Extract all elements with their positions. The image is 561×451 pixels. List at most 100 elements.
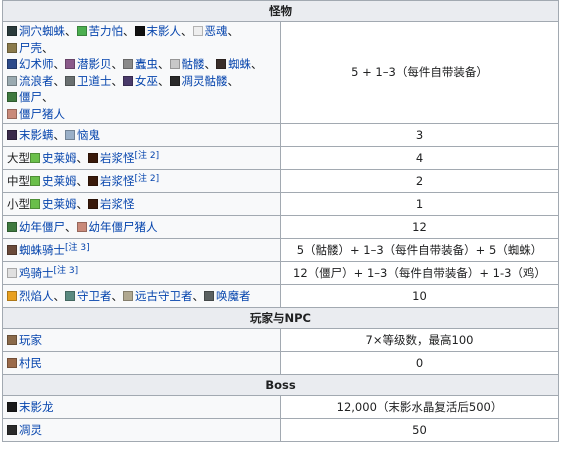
mob-link[interactable]: 幻术师	[19, 57, 54, 71]
mob-link[interactable]: 蜘蛛	[228, 57, 251, 71]
elder-guardian-icon	[123, 290, 133, 301]
mob-link[interactable]: 幼年僵尸猪人	[89, 220, 158, 234]
skeleton-icon	[169, 59, 180, 69]
mob-link[interactable]: 末影人	[147, 24, 182, 38]
mob-link[interactable]: 远古守卫者	[135, 289, 193, 303]
mob-link[interactable]: 唤魔者	[216, 289, 251, 303]
mob-link[interactable]: 女巫	[135, 74, 158, 88]
mob-link[interactable]: 僵尸	[19, 90, 42, 104]
mob-names-cell: 中型 史莱姆、 岩浆怪[注 2]	[2, 169, 281, 193]
xp-value: 4	[280, 146, 559, 170]
mob-link[interactable]: 守卫者	[77, 289, 112, 303]
mob-names-cell: 烈焰人、 守卫者、 远古守卫者、 唤魔者	[2, 284, 281, 308]
table-row: 洞穴蜘蛛、 苦力怕、 末影人、 恶魂、尸壳、 幻术师、 潜影贝、 蠹虫、 骷髅、 蜘蛛、 流浪者、…	[2, 21, 559, 124]
mob-link[interactable]: 恼鬼	[77, 128, 100, 142]
footnote-link[interactable]: [注 2]	[135, 151, 160, 161]
baby-zombie-icon	[7, 221, 17, 232]
mob-names-cell: 幼年僵尸、 幼年僵尸猪人	[2, 215, 281, 239]
size-prefix: 小型	[7, 196, 30, 211]
husk-icon	[7, 42, 17, 53]
mob-link[interactable]: 蜘蛛骑士	[19, 243, 65, 257]
mob-link[interactable]: 骷髅	[182, 57, 205, 71]
spider-icon	[216, 59, 226, 69]
mob-link[interactable]: 凋灵骷髅	[182, 74, 228, 88]
mob-link[interactable]: 洞穴蜘蛛	[19, 24, 65, 38]
villager-icon	[7, 357, 17, 368]
shulker-icon	[65, 59, 75, 69]
mob-link[interactable]: 尸壳	[19, 41, 42, 55]
mob-link[interactable]: 史莱姆	[42, 151, 77, 165]
xp-value: 0	[280, 351, 559, 375]
mob-names-cell: 村民	[2, 351, 281, 375]
ender-dragon-icon	[7, 401, 17, 412]
footnote-link[interactable]: [注 3]	[65, 243, 90, 253]
section-header-boss: Boss	[2, 374, 559, 396]
spider-jockey-icon	[7, 244, 17, 255]
zombie-icon	[7, 92, 17, 102]
mob-link[interactable]: 玩家	[19, 333, 42, 347]
size-prefix: 大型	[7, 150, 30, 165]
xp-value: 5（骷髅）+ 1–3（每件自带装备）+ 5（蜘蛛）	[280, 238, 559, 262]
mob-link[interactable]: 卫道士	[77, 74, 112, 88]
table-row: 末影螨、 恼鬼 3	[2, 123, 559, 147]
table-row: 凋灵 50	[2, 418, 559, 442]
mob-link[interactable]: 流浪者	[19, 74, 54, 88]
evoker-icon	[204, 290, 214, 301]
table-row: 蜘蛛骑士[注 3] 5（骷髅）+ 1–3（每件自带装备）+ 5（蜘蛛）	[2, 238, 559, 262]
baby-zombie-pigman-icon	[76, 221, 87, 232]
mob-link[interactable]: 鸡骑士	[19, 266, 54, 280]
xp-value: 7×等级数，最高100	[280, 328, 559, 352]
mob-link[interactable]: 末影螨	[19, 128, 54, 142]
section-header-players: 玩家与NPC	[2, 307, 559, 329]
mob-link[interactable]: 岩浆怪	[100, 174, 135, 188]
stray-icon	[7, 75, 17, 86]
xp-value: 2	[280, 169, 559, 193]
table-row: 大型 史莱姆、 岩浆怪[注 2] 4	[2, 146, 559, 170]
slime-icon	[30, 198, 40, 209]
footnote-link[interactable]: [注 3]	[54, 266, 79, 276]
mob-link[interactable]: 村民	[19, 356, 42, 370]
magma-cube-icon	[88, 198, 98, 209]
mob-names-cell: 凋灵	[2, 418, 281, 442]
xp-drop-table: 怪物 洞穴蜘蛛、 苦力怕、 末影人、 恶魂、尸壳、 幻术师、 潜影贝、 蠹虫、 骷髅、 蜘蛛、流…	[2, 0, 559, 442]
blaze-icon	[7, 290, 17, 301]
mob-link[interactable]: 岩浆怪	[100, 151, 135, 165]
table-row: 村民 0	[2, 351, 559, 375]
table-row: 幼年僵尸、 幼年僵尸猪人 12	[2, 215, 559, 239]
mob-names-cell: 鸡骑士[注 3]	[2, 261, 281, 285]
mob-names-cell: 大型 史莱姆、 岩浆怪[注 2]	[2, 146, 281, 170]
creeper-icon	[76, 26, 87, 36]
size-prefix: 中型	[7, 173, 30, 188]
mob-link[interactable]: 凋灵	[19, 423, 42, 437]
footnote-link[interactable]: [注 2]	[135, 174, 160, 184]
mob-link[interactable]: 苦力怕	[89, 24, 124, 38]
slime-icon	[30, 175, 40, 186]
enderman-icon	[134, 26, 145, 36]
table-row: 鸡骑士[注 3] 12（僵尸）+ 1–3（每件自带装备）+ 1-3（鸡）	[2, 261, 559, 285]
player-icon	[7, 334, 17, 345]
mob-link[interactable]: 烈焰人	[19, 289, 54, 303]
guardian-icon	[65, 290, 75, 301]
section-title: 玩家与NPC	[2, 307, 559, 329]
mob-names-cell: 末影龙	[2, 395, 281, 419]
mob-link[interactable]: 幼年僵尸	[19, 220, 65, 234]
ghast-icon	[192, 26, 203, 36]
mob-names-cell: 玩家	[2, 328, 281, 352]
mob-link[interactable]: 恶魂	[205, 24, 228, 38]
slime-icon	[30, 152, 40, 163]
mob-link[interactable]: 史莱姆	[42, 174, 77, 188]
mob-link[interactable]: 蠹虫	[135, 57, 158, 71]
section-title: 怪物	[2, 0, 559, 22]
mob-link[interactable]: 末影龙	[19, 400, 54, 414]
xp-value: 3	[280, 123, 559, 147]
mob-link[interactable]: 僵尸猪人	[19, 107, 65, 121]
mob-link[interactable]: 潜影贝	[77, 57, 112, 71]
witch-icon	[123, 75, 133, 86]
chicken-jockey-icon	[7, 267, 17, 278]
mob-link[interactable]: 岩浆怪	[100, 197, 135, 211]
cave-spider-icon	[7, 26, 17, 36]
xp-value: 50	[280, 418, 559, 442]
wither-skeleton-icon	[169, 75, 180, 86]
xp-value: 10	[280, 284, 559, 308]
mob-link[interactable]: 史莱姆	[42, 197, 77, 211]
